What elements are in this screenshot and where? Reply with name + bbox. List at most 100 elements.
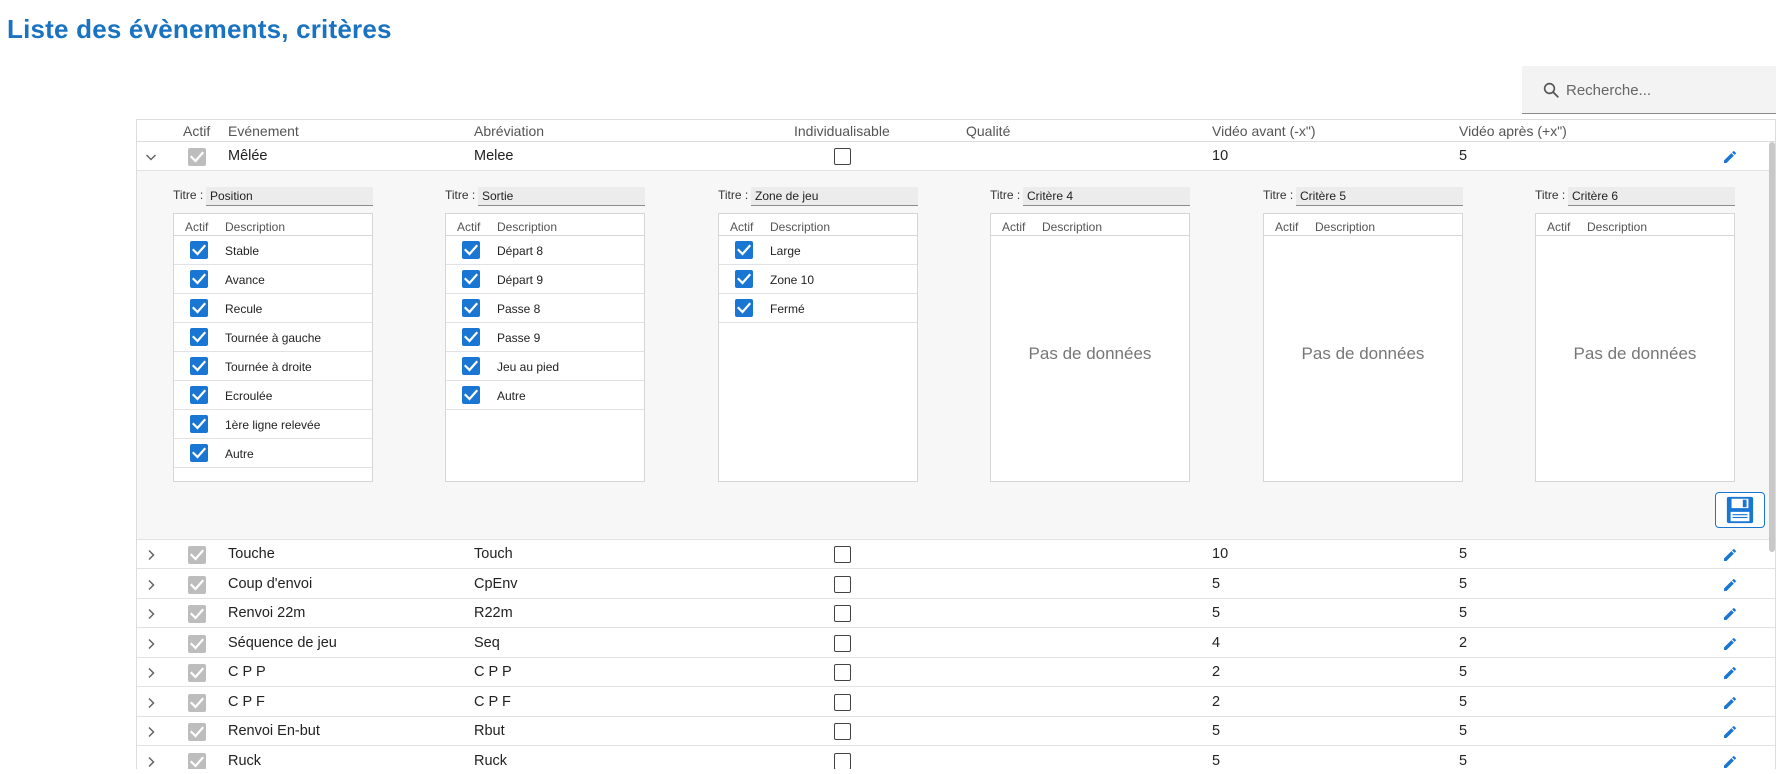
item-checkbox[interactable] [190,299,208,317]
individualisable-checkbox[interactable] [834,546,851,563]
grid-scrollbar[interactable] [1769,142,1775,552]
criteria-title-input[interactable]: Zone de jeu [751,187,918,206]
edit-pencil-icon[interactable] [1722,547,1738,563]
save-button[interactable] [1715,492,1765,528]
individualisable-checkbox[interactable] [834,148,851,165]
list-item[interactable]: Tournée à gauche [174,323,372,352]
chevron-right-icon[interactable] [145,638,157,650]
table-row[interactable]: C P F C P F 2 5 [137,688,1775,717]
item-checkbox[interactable] [190,415,208,433]
chevron-right-icon[interactable] [145,608,157,620]
list-item[interactable]: Jeu au pied [446,352,644,381]
edit-pencil-icon[interactable] [1722,149,1738,165]
edit-pencil-icon[interactable] [1722,665,1738,681]
table-row[interactable]: Séquence de jeu Seq 4 2 [137,629,1775,658]
edit-pencil-icon[interactable] [1722,606,1738,622]
table-row[interactable]: Renvoi 22m R22m 5 5 [137,599,1775,628]
list-item[interactable]: Passe 8 [446,294,644,323]
individualisable-checkbox[interactable] [834,752,851,769]
individualisable-checkbox[interactable] [834,634,851,652]
criteria-title-input[interactable]: Position [206,187,373,206]
criteria-list: Actif Description Pas de données [1263,213,1463,482]
list-item[interactable]: Passe 9 [446,323,644,352]
col-header-video-avant[interactable]: Vidéo avant (-x") [1212,123,1316,139]
table-row[interactable]: Renvoi En-but Rbut 5 5 [137,717,1775,746]
actif-checkbox[interactable] [188,546,206,564]
col-header-abreviation[interactable]: Abréviation [474,123,544,139]
item-checkbox[interactable] [735,241,753,259]
criteria-list: Actif Description Pas de données [1535,213,1735,482]
item-checkbox[interactable] [190,444,208,462]
edit-pencil-icon[interactable] [1722,577,1738,593]
edit-pencil-icon[interactable] [1722,754,1738,770]
list-item[interactable]: Tournée à droite [174,352,372,381]
item-checkbox[interactable] [735,270,753,288]
actif-checkbox[interactable] [188,634,206,653]
list-item[interactable]: Zone 10 [719,265,917,294]
actif-checkbox[interactable] [188,575,206,594]
list-item[interactable]: Stable [174,236,372,265]
item-checkbox[interactable] [462,241,480,259]
item-checkbox[interactable] [462,357,480,375]
criteria-title-input[interactable]: Critère 4 [1023,187,1190,206]
individualisable-checkbox[interactable] [834,575,851,593]
chevron-right-icon[interactable] [145,667,157,679]
item-checkbox[interactable] [190,328,208,346]
list-item[interactable]: Avance [174,265,372,294]
chevron-down-icon[interactable] [145,151,157,163]
item-checkbox[interactable] [190,357,208,375]
col-header-qualite[interactable]: Qualité [966,123,1010,139]
col-header-actif[interactable]: Actif [183,123,210,139]
col-header-individualisable[interactable]: Individualisable [794,123,890,139]
table-row[interactable]: C P P C P P 2 5 [137,658,1775,687]
individualisable-checkbox[interactable] [834,723,851,740]
search-box[interactable] [1522,66,1776,114]
actif-checkbox[interactable] [188,752,206,769]
list-item[interactable]: Recule [174,294,372,323]
list-item[interactable]: Ecroulée [174,381,372,410]
edit-pencil-icon[interactable] [1722,636,1738,652]
item-checkbox[interactable] [735,299,753,317]
list-item[interactable]: 1ère ligne relevée [174,410,372,439]
edit-pencil-icon[interactable] [1722,695,1738,711]
item-checkbox[interactable] [462,386,480,404]
criteria-title-input[interactable]: Critère 6 [1568,187,1735,206]
item-checkbox[interactable] [190,270,208,288]
individualisable-checkbox[interactable] [834,693,851,711]
item-description: Tournée à gauche [225,331,322,345]
col-header-evenement[interactable]: Evénement [228,123,299,139]
edit-pencil-icon[interactable] [1722,724,1738,740]
table-row[interactable]: Coup d'envoi CpEnv 5 5 [137,570,1775,599]
criteria-title-input[interactable]: Sortie [478,187,645,206]
actif-checkbox[interactable] [188,693,206,712]
table-row[interactable]: Touche Touch 10 5 [137,540,1775,569]
chevron-right-icon[interactable] [145,549,157,561]
list-item[interactable]: Large [719,236,917,265]
chevron-right-icon[interactable] [145,579,157,591]
actif-checkbox[interactable] [188,723,206,741]
actif-checkbox[interactable] [188,605,206,623]
list-item[interactable]: Départ 8 [446,236,644,265]
criteria-list-header: Actif Description [1536,214,1734,236]
table-row[interactable]: Mêlée Melee 10 5 [137,142,1775,171]
list-item[interactable]: Départ 9 [446,265,644,294]
item-checkbox[interactable] [462,299,480,317]
list-item[interactable]: Autre [446,381,644,410]
table-row[interactable]: Ruck Ruck 5 5 [137,747,1775,770]
actif-checkbox[interactable] [188,148,206,166]
individualisable-checkbox[interactable] [834,664,851,681]
individualisable-checkbox[interactable] [834,605,851,622]
list-item[interactable]: Autre [174,439,372,468]
col-header-video-apres[interactable]: Vidéo après (+x") [1459,123,1567,139]
item-checkbox[interactable] [462,270,480,288]
item-checkbox[interactable] [190,386,208,404]
chevron-right-icon[interactable] [145,726,157,738]
item-checkbox[interactable] [190,241,208,259]
search-input[interactable] [1566,76,1766,104]
chevron-right-icon[interactable] [145,697,157,709]
criteria-title-input[interactable]: Critère 5 [1296,187,1463,206]
list-item[interactable]: Fermé [719,294,917,323]
actif-checkbox[interactable] [188,664,206,682]
item-checkbox[interactable] [462,328,480,346]
chevron-right-icon[interactable] [145,756,157,768]
